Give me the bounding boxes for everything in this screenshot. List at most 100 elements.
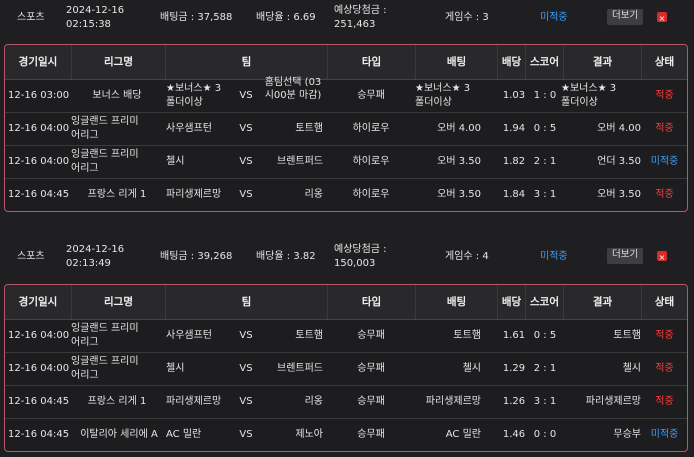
row-vs: VS	[239, 363, 253, 374]
header-result: 결과	[563, 45, 641, 79]
row-away-team: 브렌트퍼드	[277, 363, 323, 374]
row-datetime: 12-16 04:00	[8, 156, 70, 167]
header-pick: 배팅	[415, 45, 497, 79]
row-pick: 오버 3.50	[437, 189, 481, 200]
row-pick: ★보너스★ 3폴더이상	[415, 83, 471, 108]
row-datetime: 12-16 04:45	[8, 189, 70, 200]
row-score: 2 : 1	[533, 156, 557, 167]
bet-date: 2024-12-16	[66, 5, 125, 16]
header-result: 결과	[563, 285, 641, 319]
row-league: 프랑스 리게 1	[87, 189, 147, 200]
row-datetime: 12-16 04:45	[8, 396, 70, 407]
row-type: 승무패	[357, 363, 385, 374]
row-state: 적중	[655, 330, 674, 341]
sport-label: 스포츠	[17, 12, 45, 23]
delete-icon[interactable]: ×	[657, 12, 667, 23]
header-rate: 배당	[497, 45, 525, 79]
row-score: 0 : 0	[533, 429, 557, 440]
row-vs: VS	[239, 429, 253, 440]
row-away-team: 토트햄	[295, 330, 323, 341]
row-pick: 토트햄	[453, 330, 481, 341]
row-away-team: 토트햄	[295, 123, 323, 134]
row-home-team: 사우샘프턴	[166, 330, 212, 341]
row-type: 하이로우	[352, 189, 390, 200]
row-league: 잉글랜드 프리미어리그	[71, 149, 139, 174]
row-state: 적중	[655, 396, 674, 407]
bet-amount: 배팅금 : 39,268	[160, 251, 233, 262]
row-state: 적중	[655, 363, 674, 374]
row-away-team: 리옹	[304, 189, 323, 200]
row-state: 적중	[655, 90, 674, 101]
header-league: 리그명	[71, 45, 165, 79]
bet-summary-2: 스포츠 2024-12-16 02:13:49 배팅금 : 39,268 배당율…	[0, 239, 694, 275]
row-pick: 오버 3.50	[437, 156, 481, 167]
row-score: 1 : 0	[533, 90, 557, 101]
header-datetime: 경기일시	[18, 296, 58, 308]
table-row: 12-16 04:00 잉글랜드 프리미어리그 사우샘프턴 VS 토트햄 하이로…	[5, 113, 687, 146]
table-header: 경기일시 리그명 팀 타입 배팅 배당 스코어 결과 상태	[5, 285, 687, 320]
row-result: 파리생제르망	[585, 396, 641, 407]
row-home-team: 파리생제르망	[166, 396, 222, 407]
row-home-team: 파리생제르망	[166, 189, 222, 200]
row-league: 프랑스 리게 1	[87, 396, 147, 407]
row-datetime: 12-16 04:00	[8, 123, 70, 134]
header-rate: 배당	[497, 285, 525, 319]
header-state: 상태	[641, 45, 687, 79]
table-row: 12-16 03:00 보너스 배당 ★보너스★ 3폴더이상 VS 홈팀선택 (…	[5, 77, 687, 113]
row-type: 승무패	[357, 90, 385, 101]
payout-value: 150,003	[334, 258, 376, 269]
game-count: 게임수 : 3	[445, 12, 489, 23]
row-vs: VS	[239, 90, 253, 101]
bet-summary-1: 스포츠 2024-12-16 02:15:38 배팅금 : 37,588 배당율…	[0, 0, 694, 36]
row-home-team: 첼시	[166, 156, 185, 167]
row-vs: VS	[239, 330, 253, 341]
row-datetime: 12-16 04:00	[8, 363, 70, 374]
row-away-team: 홈팀선택 (03시00분 마감)	[264, 77, 322, 101]
row-vs: VS	[239, 396, 253, 407]
header-type: 타입	[327, 45, 415, 79]
row-type: 승무패	[357, 396, 385, 407]
row-away-team: 제노아	[295, 429, 323, 440]
row-pick: AC 밀란	[445, 429, 481, 440]
payout-label: 예상당첨금 :	[334, 5, 387, 16]
row-result: 오버 4.00	[597, 123, 641, 134]
more-button[interactable]: 더보기	[607, 248, 644, 264]
row-score: 0 : 5	[533, 123, 557, 134]
row-datetime: 12-16 04:00	[8, 330, 70, 341]
row-state: 적중	[655, 189, 674, 200]
payout-value: 251,463	[334, 19, 376, 30]
header-team: 팀	[165, 45, 327, 79]
table-row: 12-16 04:45 프랑스 리게 1 파리생제르망 VS 리옹 승무패 파리…	[5, 386, 687, 419]
row-score: 2 : 1	[533, 363, 557, 374]
bet-detail-table-2: 경기일시 리그명 팀 타입 배팅 배당 스코어 결과 상태 12-16 04:0…	[4, 284, 688, 452]
bet-odds: 배당율 : 6.69	[256, 12, 316, 23]
header-type: 타입	[327, 285, 415, 319]
game-count: 게임수 : 4	[445, 251, 489, 262]
delete-icon[interactable]: ×	[657, 251, 667, 262]
header-state: 상태	[641, 285, 687, 319]
sport-label: 스포츠	[17, 251, 45, 262]
row-type: 하이로우	[352, 156, 390, 167]
more-button[interactable]: 더보기	[607, 9, 644, 25]
row-result: 토트햄	[613, 330, 641, 341]
row-league: 이탈리아 세리에 A	[80, 429, 158, 440]
header-score: 스코어	[525, 45, 563, 79]
row-vs: VS	[239, 123, 253, 134]
row-state: 미적중	[650, 429, 679, 440]
header-datetime: 경기일시	[18, 56, 58, 68]
row-datetime: 12-16 03:00	[8, 90, 70, 101]
row-league: 잉글랜드 프리미어리그	[71, 116, 139, 141]
row-vs: VS	[239, 156, 253, 167]
bet-odds: 배당율 : 3.82	[256, 251, 316, 262]
row-result: 첼시	[622, 363, 641, 374]
row-type: 하이로우	[352, 123, 390, 134]
row-pick: 오버 4.00	[437, 123, 481, 134]
row-result: 무승부	[613, 429, 641, 440]
bet-status: 미적중	[540, 251, 568, 262]
row-league: 잉글랜드 프리미어리그	[71, 323, 139, 348]
row-state: 미적중	[650, 156, 679, 167]
row-type: 승무패	[357, 330, 385, 341]
row-away-team: 리옹	[304, 396, 323, 407]
table-row: 12-16 04:00 잉글랜드 프리미어리그 첼시 VS 브렌트퍼드 하이로우…	[5, 146, 687, 179]
header-league: 리그명	[71, 285, 165, 319]
